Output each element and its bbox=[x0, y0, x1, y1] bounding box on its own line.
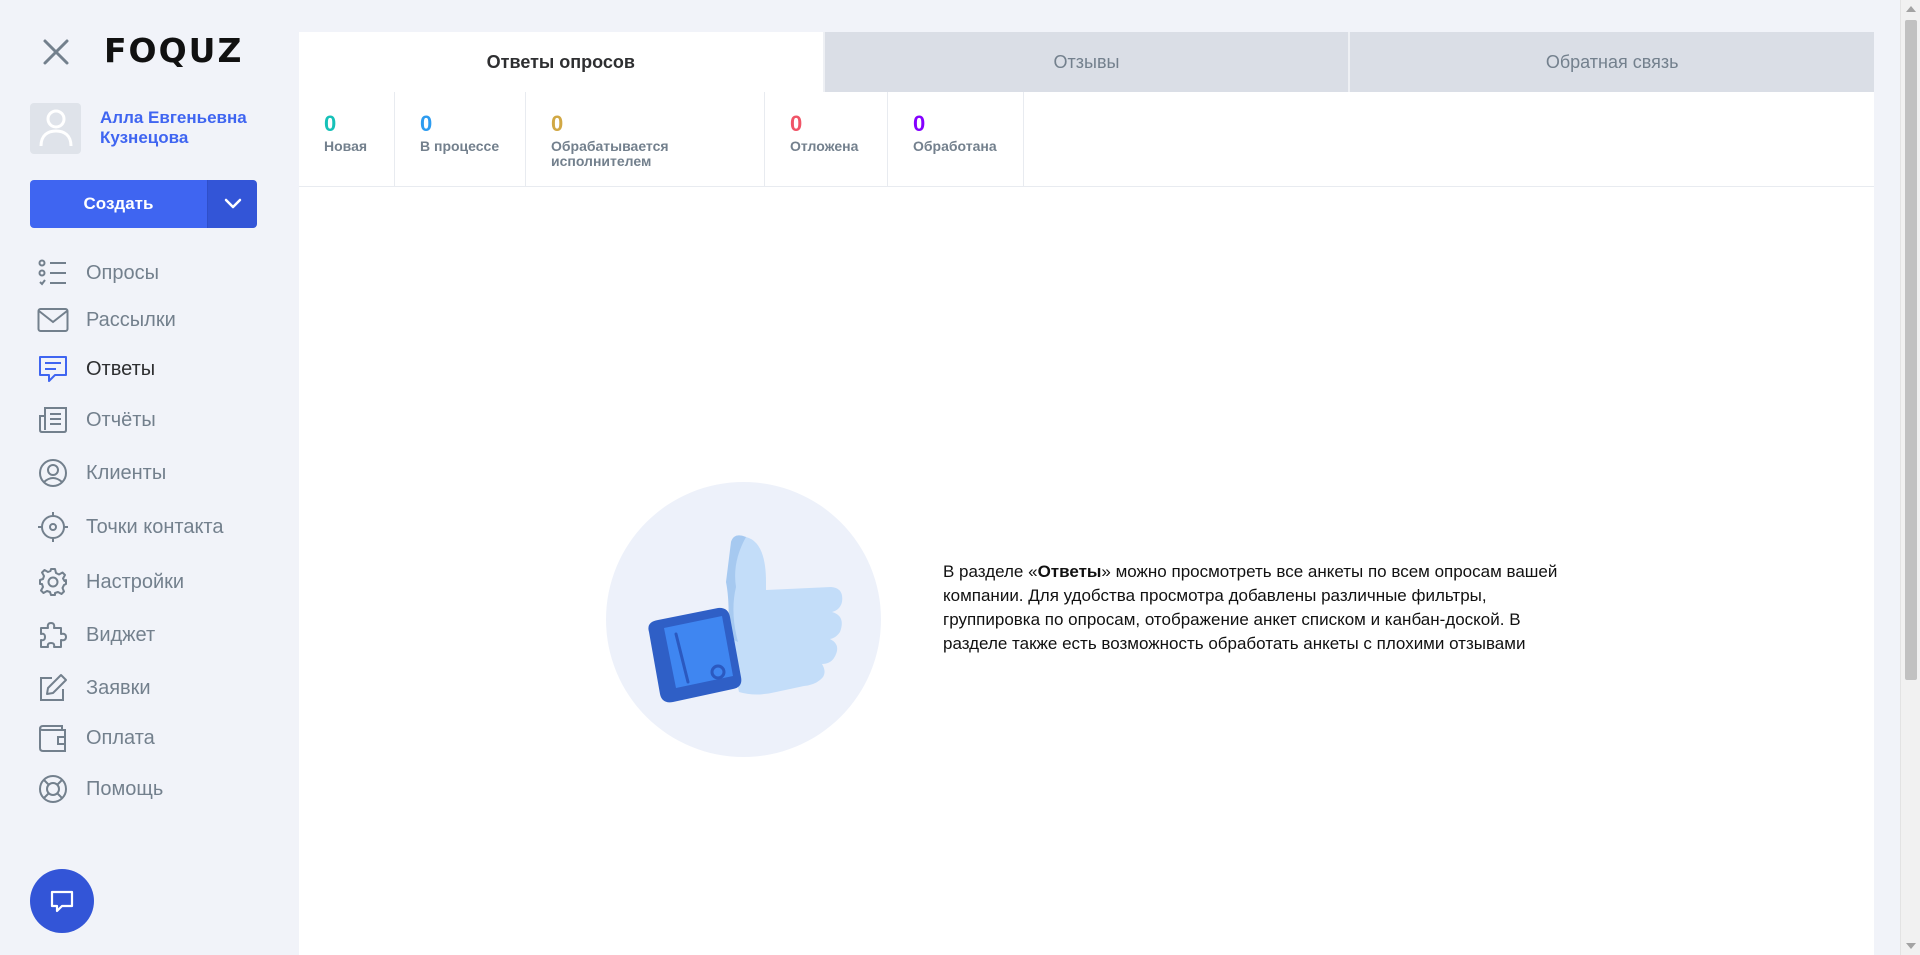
stat-count: 0 bbox=[913, 111, 926, 136]
stat-count: 0 bbox=[551, 111, 564, 136]
nav-item-settings[interactable]: Настройки bbox=[36, 564, 276, 600]
stat-count: 0 bbox=[420, 111, 433, 136]
stat-count: 0 bbox=[324, 111, 337, 136]
close-icon bbox=[43, 39, 69, 65]
newspaper-icon bbox=[36, 403, 70, 437]
crosshair-icon bbox=[36, 510, 70, 544]
nav-item-label: Отчёты bbox=[86, 408, 156, 431]
tab-reviews[interactable]: Отзывы bbox=[822, 32, 1349, 92]
nav-item-label: Виджет bbox=[86, 623, 156, 646]
nav-item-label: Ответы bbox=[86, 357, 156, 380]
lifebuoy-icon bbox=[36, 772, 70, 806]
stat-processing-by-executor[interactable]: 0 Обрабатывается исполнителем bbox=[526, 92, 765, 186]
nav-item-label: Помощь bbox=[86, 777, 164, 800]
message-icon bbox=[36, 352, 70, 386]
puzzle-icon bbox=[36, 618, 70, 652]
empty-state-description: В разделе «Ответы» можно просмотреть все… bbox=[943, 560, 1568, 656]
main-panel: Ответы опросов Отзывы Обратная связь 0 Н… bbox=[299, 32, 1875, 955]
edit-icon bbox=[36, 671, 70, 705]
stat-postponed[interactable]: 0 Отложена bbox=[765, 92, 888, 186]
support-chat-button[interactable] bbox=[30, 869, 94, 933]
stat-label: В процессе bbox=[420, 138, 500, 154]
app-logo[interactable]: FOQUZ bbox=[104, 31, 243, 70]
thumbs-up-illustration bbox=[606, 482, 881, 757]
create-button[interactable]: Создать bbox=[30, 180, 207, 228]
scroll-down-arrow[interactable] bbox=[1906, 943, 1916, 949]
user-placeholder-icon bbox=[39, 109, 72, 147]
nav-item-surveys[interactable]: Опросы bbox=[36, 255, 276, 291]
user-circle-icon bbox=[36, 456, 70, 490]
nav-item-label: Клиенты bbox=[86, 461, 167, 484]
user-profile[interactable]: Алла Евгеньевна Кузнецова bbox=[30, 102, 280, 154]
nav-item-clients[interactable]: Клиенты bbox=[36, 455, 276, 491]
page-scrollbar[interactable] bbox=[1900, 0, 1920, 955]
nav-item-widget[interactable]: Виджет bbox=[36, 617, 276, 653]
desc-text-bold: Ответы bbox=[1037, 562, 1102, 581]
close-sidebar-button[interactable] bbox=[38, 34, 74, 70]
mail-icon bbox=[36, 303, 70, 337]
nav-item-label: Рассылки bbox=[86, 308, 176, 331]
nav-item-mailings[interactable]: Рассылки bbox=[36, 302, 276, 338]
list-icon bbox=[36, 256, 70, 290]
nav-item-label: Заявки bbox=[86, 676, 151, 699]
stat-in-progress[interactable]: 0 В процессе bbox=[395, 92, 526, 186]
create-dropdown-button[interactable] bbox=[207, 180, 257, 228]
nav-item-label: Оплата bbox=[86, 726, 155, 749]
chat-bubble-icon bbox=[50, 890, 74, 913]
stat-new[interactable]: 0 Новая bbox=[299, 92, 395, 186]
stat-count: 0 bbox=[790, 111, 803, 136]
nav-item-label: Точки контакта bbox=[86, 515, 224, 538]
stat-processed[interactable]: 0 Обработана bbox=[888, 92, 1024, 186]
scroll-up-arrow[interactable] bbox=[1906, 6, 1916, 12]
chevron-down-icon bbox=[224, 198, 241, 209]
thumbs-up-icon bbox=[606, 482, 881, 757]
status-stats: 0 Новая 0 В процессе 0 Обрабатывается ис… bbox=[299, 92, 1874, 187]
nav-item-answers[interactable]: Ответы bbox=[36, 351, 276, 387]
nav-item-reports[interactable]: Отчёты bbox=[36, 402, 276, 438]
tabs: Ответы опросов Отзывы Обратная связь bbox=[299, 32, 1875, 92]
nav-item-label: Настройки bbox=[86, 570, 185, 593]
gear-icon bbox=[36, 565, 70, 599]
empty-state: В разделе «Ответы» можно просмотреть все… bbox=[299, 187, 1874, 955]
stat-label: Обработана bbox=[913, 138, 997, 154]
nav-item-help[interactable]: Помощь bbox=[36, 771, 276, 807]
nav-item-label: Опросы bbox=[86, 261, 160, 284]
avatar bbox=[30, 102, 81, 154]
nav-item-contact-points[interactable]: Точки контакта bbox=[36, 509, 276, 545]
nav-item-requests[interactable]: Заявки bbox=[36, 670, 276, 706]
scroll-thumb[interactable] bbox=[1905, 20, 1917, 680]
stat-label: Обрабатывается исполнителем bbox=[551, 138, 669, 169]
user-name[interactable]: Алла Евгеньевна Кузнецова bbox=[100, 108, 280, 148]
tab-survey-answers[interactable]: Ответы опросов bbox=[299, 32, 823, 92]
stat-label: Новая bbox=[324, 138, 368, 154]
wallet-icon bbox=[36, 721, 70, 755]
create-button-group: Создать bbox=[30, 180, 257, 228]
desc-text-start: В разделе « bbox=[943, 562, 1038, 581]
nav-item-payment[interactable]: Оплата bbox=[36, 720, 276, 756]
stat-label: Отложена bbox=[790, 138, 859, 154]
tab-feedback[interactable]: Обратная связь bbox=[1348, 32, 1875, 92]
sidebar: FOQUZ Алла Евгеньевна Кузнецова Создать bbox=[0, 0, 299, 955]
